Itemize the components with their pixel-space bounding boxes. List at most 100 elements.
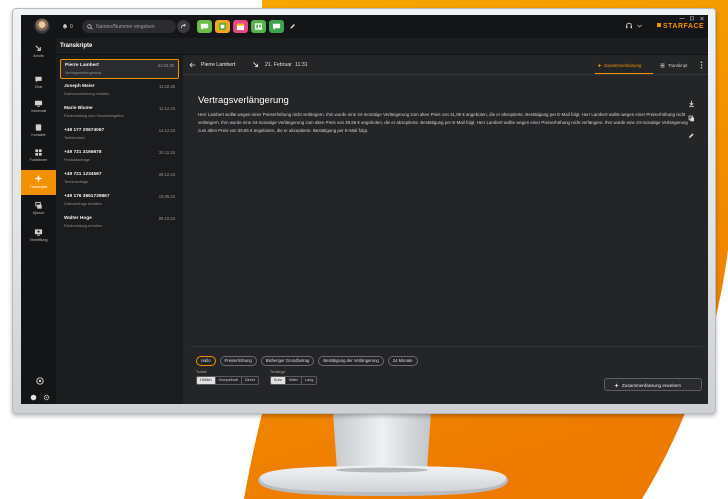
summary-text: Herr Lambert wollte wegen einer Preiserh… (198, 112, 688, 133)
nav-item-kontakte[interactable]: Kontakte (21, 120, 56, 142)
back-arrow-icon[interactable] (189, 62, 196, 68)
length-option[interactable]: Mittel (286, 377, 302, 384)
pencil-icon[interactable] (289, 23, 296, 30)
sparkle-icon (34, 174, 43, 183)
keyword-chip[interactable]: Hallo (196, 356, 216, 366)
download-icon[interactable] (688, 100, 695, 107)
nav-label: Transcripts (29, 185, 48, 189)
tab-transcript[interactable]: Transkript (659, 59, 695, 74)
search-input[interactable]: Namen/Nummer eingeben (82, 20, 176, 33)
nav-label: Voicemail (30, 109, 47, 113)
extend-summary-button[interactable]: Zusammenfassung erweitern (604, 378, 702, 391)
sheet-app-button[interactable] (215, 20, 230, 33)
nav-item-voicemail[interactable]: Voicemail (21, 96, 56, 118)
list-item-subject: Tarifwechsel (64, 136, 85, 140)
list-item-subject: Datenzusicherung erhalten (64, 92, 110, 96)
gear-icon[interactable] (43, 394, 50, 401)
contact-name: Pierre Lambert (201, 62, 236, 68)
list-item-name: Pierre Lambert (65, 63, 99, 68)
keyword-chips: Hallo Preiserhöhung Bisheriger Grundbetr… (196, 356, 418, 366)
queue-icon (35, 201, 42, 209)
contacts-icon (35, 124, 42, 131)
minimize-icon[interactable] (678, 16, 686, 21)
logo-text: STARFACE (663, 23, 705, 30)
chevron-down-icon[interactable] (637, 24, 642, 28)
maximize-icon[interactable] (688, 16, 696, 21)
tab-summary-label: Zusammenfassung (604, 63, 642, 68)
bell-icon[interactable] (62, 23, 68, 30)
list-item-date: 21.02.25 (157, 63, 174, 68)
call-forward-button[interactable] (177, 20, 190, 33)
user-avatar[interactable] (35, 19, 49, 33)
keyword-chip[interactable]: Bestätigung der Verlängerung (318, 356, 384, 366)
tab-active-indicator (595, 73, 653, 74)
search-icon (87, 23, 93, 30)
nav-item-transcripts[interactable]: Transcripts (21, 170, 56, 195)
logo-mark-icon (657, 23, 661, 27)
list-item[interactable]: Walter Hoge 09.10.24 Rückmeldung erhalte… (60, 213, 179, 233)
copy-icon[interactable] (688, 115, 695, 122)
close-icon[interactable] (698, 16, 706, 21)
length-option[interactable]: Lang (302, 377, 316, 384)
nav-item-chat[interactable]: Chat (21, 72, 56, 94)
tone-option[interactable]: Kumpelhaft (216, 377, 242, 384)
list-item-subject: Vertragsverlängerung (65, 71, 102, 75)
tone-label: Tonfall (196, 370, 207, 374)
notification-count: 0 (70, 23, 73, 30)
kebab-menu-icon[interactable] (700, 61, 703, 69)
list-item-name: +49 177 20674067 (64, 128, 105, 133)
board-app-button[interactable] (251, 20, 266, 33)
headset-icon[interactable] (625, 22, 633, 30)
list-item-name: Marie Blume (64, 106, 93, 111)
nav-item-vermittlung[interactable]: Vermittlung (21, 225, 56, 247)
list-item[interactable]: Joseph Meier 11.02.25 Datenzusicherung e… (60, 81, 179, 101)
list-item-date: 20.11.24 (159, 150, 175, 155)
nav-item-funktionen[interactable]: Funktionen (21, 145, 56, 167)
chat-app-button[interactable] (197, 20, 212, 33)
nav-label: Vermittlung (29, 238, 48, 242)
nav-label: Kontakte (31, 133, 46, 137)
length-label: Textlänge (270, 370, 286, 374)
search-placeholder: Namen/Nummer eingeben (96, 24, 155, 30)
notes-app-button[interactable] (269, 20, 284, 33)
keyword-chip[interactable]: 24 Monate (387, 356, 418, 366)
extend-summary-label: Zusammenfassung erweitern (622, 382, 682, 388)
edit-icon[interactable] (688, 132, 695, 139)
list-item-subject: Produktanfrage (64, 158, 90, 162)
stand-neck-shadow (336, 467, 428, 473)
length-option[interactable]: Kurz (271, 377, 286, 384)
list-item-name: +49 721 3165678 (64, 150, 102, 155)
board-app-icon (254, 23, 263, 30)
list-item-subject: Datenanfrage erhalten (64, 202, 102, 206)
help-icon[interactable] (36, 377, 44, 385)
list-item-date: 10.05.24 (158, 194, 175, 199)
tone-option[interactable]: Direkt (242, 377, 258, 384)
tab-summary[interactable]: Zusammenfassung (595, 59, 653, 74)
nav-item-iqueue[interactable]: iQueue (21, 198, 56, 220)
list-item-name: Walter Hoge (64, 216, 92, 221)
list-item-subject: Terminanfrage (64, 180, 89, 184)
call-time: 11:31 (295, 62, 308, 68)
list-item[interactable]: Marie Blume 11.12.24 Rückmeldung zum Ges… (60, 103, 179, 123)
tone-option[interactable]: Höflich (197, 377, 216, 384)
sheet-app-icon (218, 22, 227, 31)
starface-logo: STARFACE (657, 23, 704, 32)
nav-label: Funktionen (29, 158, 48, 162)
list-item-name: +49 721 1234567 (64, 172, 102, 177)
list-item[interactable]: Pierre Lambert 21.02.25 Vertragsverlänge… (60, 59, 179, 79)
list-item[interactable]: +49 721 3165678 20.11.24 Produktanfrage (60, 147, 179, 167)
list-item[interactable]: +49 177 20674067 14.12.24 Tarifwechsel (60, 125, 179, 145)
page-title: Transkripte (60, 43, 93, 49)
status-icon[interactable] (30, 394, 37, 401)
keyword-chip[interactable]: Bisheriger Grundbetrag (260, 356, 315, 366)
call-forward-icon (180, 23, 186, 28)
chat-bubble-icon (35, 76, 42, 83)
operator-icon (34, 229, 43, 236)
list-item[interactable]: +49 176 3661739867 10.05.24 Datenanfrage… (60, 191, 179, 211)
list-item[interactable]: +49 721 1234567 29.12.24 Terminanfrage (60, 169, 179, 189)
nav-item-anrufe[interactable]: Anrufe (21, 41, 56, 63)
nav-label: iQueue (32, 211, 45, 215)
keyword-chip[interactable]: Preiserhöhung (219, 356, 257, 366)
notes-app-icon (272, 23, 281, 31)
calendar-app-button[interactable] (233, 20, 248, 33)
